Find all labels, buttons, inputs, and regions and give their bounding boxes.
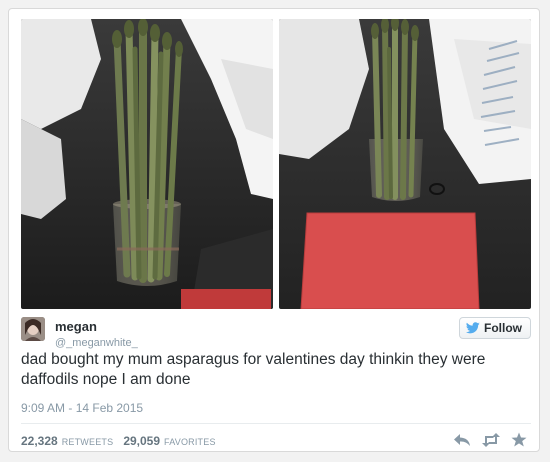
twitter-bird-icon: [466, 322, 480, 334]
photo-asparagus-closeup[interactable]: [21, 19, 273, 309]
follow-button-label: Follow: [484, 321, 522, 335]
tweet-media: [21, 19, 531, 309]
tweet-actions: [453, 432, 527, 447]
avatar-image: [21, 317, 45, 341]
follow-button[interactable]: Follow: [459, 317, 531, 339]
favorites-count[interactable]: 29,059: [123, 434, 160, 448]
display-name[interactable]: megan: [55, 319, 97, 334]
asparagus-with-card-image: [279, 19, 531, 309]
tweet-stats: 22,328 RETWEETS 29,059 FAVORITES: [21, 434, 222, 448]
star-icon[interactable]: [511, 432, 527, 447]
user-handle[interactable]: @_meganwhite_: [55, 337, 138, 349]
tweet-header: megan @_meganwhite_ Follow: [21, 317, 531, 353]
asparagus-closeup-image: [21, 19, 273, 309]
retweet-icon[interactable]: [481, 432, 501, 447]
tweet-timestamp[interactable]: 9:09 AM - 14 Feb 2015: [21, 401, 143, 415]
reply-icon[interactable]: [453, 433, 471, 447]
avatar[interactable]: [21, 317, 45, 341]
retweets-count[interactable]: 22,328: [21, 434, 58, 448]
tweet-card: megan @_meganwhite_ Follow dad bought my…: [8, 8, 540, 452]
retweets-label[interactable]: RETWEETS: [62, 437, 114, 447]
photo-asparagus-with-card[interactable]: [279, 19, 531, 309]
tweet-text: dad bought my mum asparagus for valentin…: [21, 351, 486, 388]
favorites-label[interactable]: FAVORITES: [164, 437, 216, 447]
divider: [21, 423, 531, 424]
